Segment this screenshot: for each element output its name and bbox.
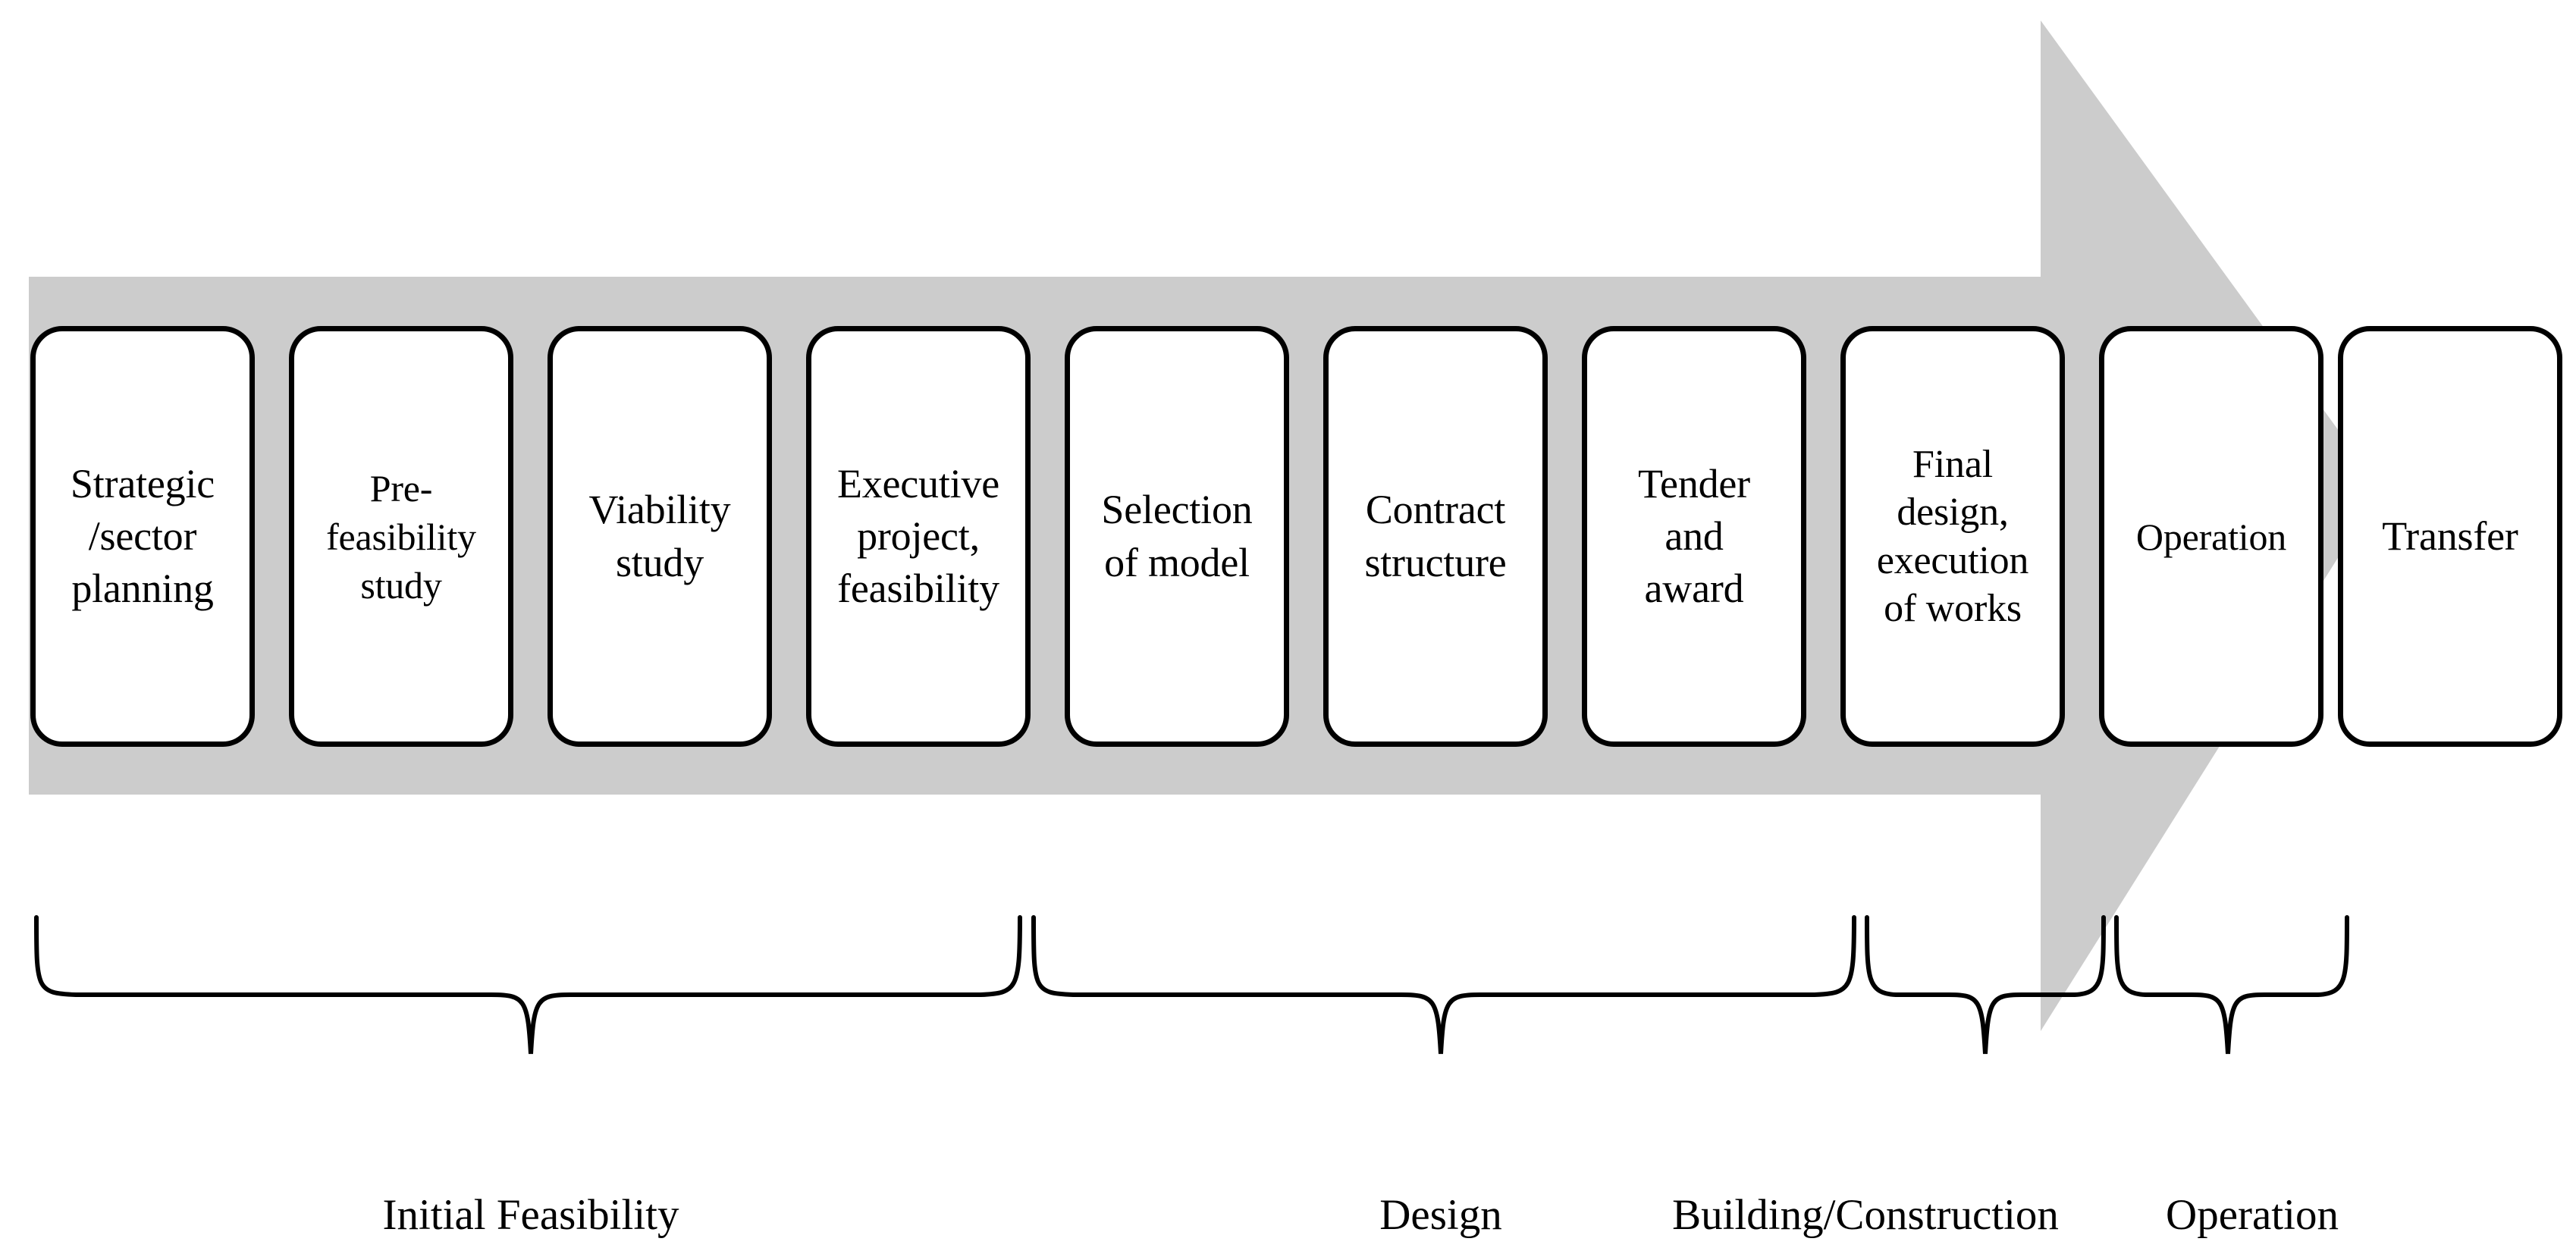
phase-label: Executive project, feasibility <box>836 460 1000 612</box>
brace-design <box>1031 915 1856 1055</box>
phase-box-executive-project-feasibility[interactable]: Executive project, feasibility <box>806 326 1031 747</box>
phase-box-transfer[interactable]: Transfer <box>2338 326 2562 747</box>
group-label-initial-feasibility: Initial Feasibility <box>0 1190 1062 1240</box>
brace-operation <box>2114 915 2349 1055</box>
group-label-text: Operation <box>2166 1191 2339 1239</box>
group-label-text: Design <box>1379 1191 1502 1239</box>
phase-label: Final design, execution of works <box>1876 442 2029 630</box>
phase-box-contract-structure[interactable]: Contract structure <box>1323 326 1548 747</box>
phase-label: Transfer <box>2382 513 2518 559</box>
phase-label: Contract structure <box>1364 487 1507 585</box>
phase-box-tender-and-award[interactable]: Tender and award <box>1582 326 1806 747</box>
phase-label: Strategic /sector planning <box>70 460 215 612</box>
group-label-building-construction: Building/Construction <box>1592 1190 2138 1240</box>
group-label-operation: Operation <box>2123 1190 2381 1240</box>
phase-box-operation[interactable]: Operation <box>2099 326 2323 747</box>
phase-label: Selection of model <box>1101 487 1253 585</box>
phase-label: Pre- feasibility study <box>326 466 476 607</box>
brace-initial-feasibility <box>34 915 1022 1055</box>
phase-box-final-design-execution-of-works[interactable]: Final design, execution of works <box>1840 326 2065 747</box>
phase-box-selection-of-model[interactable]: Selection of model <box>1065 326 1289 747</box>
phase-label: Viability study <box>588 487 731 585</box>
group-label-text: Building/Construction <box>1672 1191 2059 1239</box>
phase-label: Operation <box>2135 515 2287 558</box>
diagram-canvas: Strategic /sector planning Pre- feasibil… <box>0 0 2576 1251</box>
phase-box-pre-feasibility-study[interactable]: Pre- feasibility study <box>289 326 513 747</box>
phase-box-viability-study[interactable]: Viability study <box>548 326 772 747</box>
phase-label: Tender and award <box>1638 460 1750 612</box>
group-label-text: Initial Feasibility <box>382 1191 679 1239</box>
phase-box-strategic-sector-planning[interactable]: Strategic /sector planning <box>30 326 255 747</box>
phase-group-braces <box>34 915 2349 1055</box>
